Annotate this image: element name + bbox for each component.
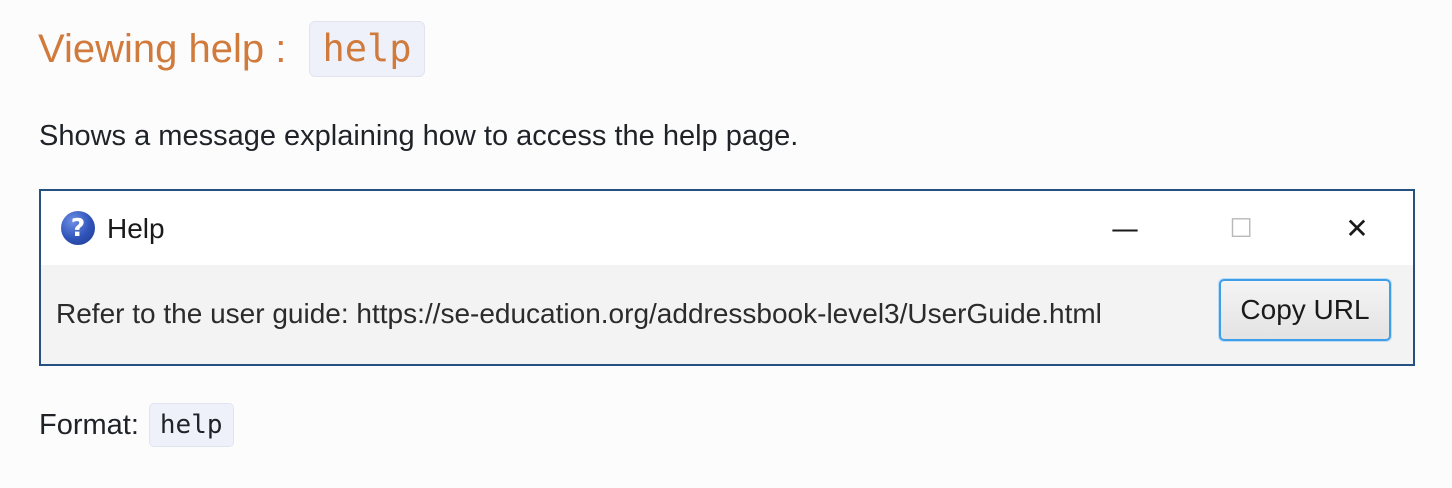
maximize-icon[interactable]: ☐ bbox=[1211, 209, 1271, 249]
window-titlebar: ? Help — ☐ ✕ bbox=[41, 191, 1413, 265]
window-title: Help bbox=[107, 213, 165, 244]
format-line: Format: help bbox=[39, 403, 234, 447]
format-label: Format: bbox=[39, 408, 139, 441]
minimize-icon[interactable]: — bbox=[1095, 209, 1155, 249]
question-mark-icon: ? bbox=[61, 211, 95, 245]
copy-url-button[interactable]: Copy URL bbox=[1219, 279, 1391, 341]
heading-text: Viewing help : bbox=[38, 26, 298, 71]
page-heading: Viewing help : help bbox=[38, 20, 425, 78]
window-content: Refer to the user guide: https://se-educ… bbox=[41, 265, 1413, 364]
user-guide-message: Refer to the user guide: https://se-educ… bbox=[56, 298, 1102, 329]
heading-command-code: help bbox=[309, 21, 425, 77]
format-command-code: help bbox=[148, 403, 234, 447]
close-icon[interactable]: ✕ bbox=[1327, 209, 1387, 249]
help-window-screenshot: ? Help — ☐ ✕ Refer to the user guide: ht… bbox=[39, 189, 1415, 366]
description: Shows a message explaining how to access… bbox=[39, 120, 799, 152]
